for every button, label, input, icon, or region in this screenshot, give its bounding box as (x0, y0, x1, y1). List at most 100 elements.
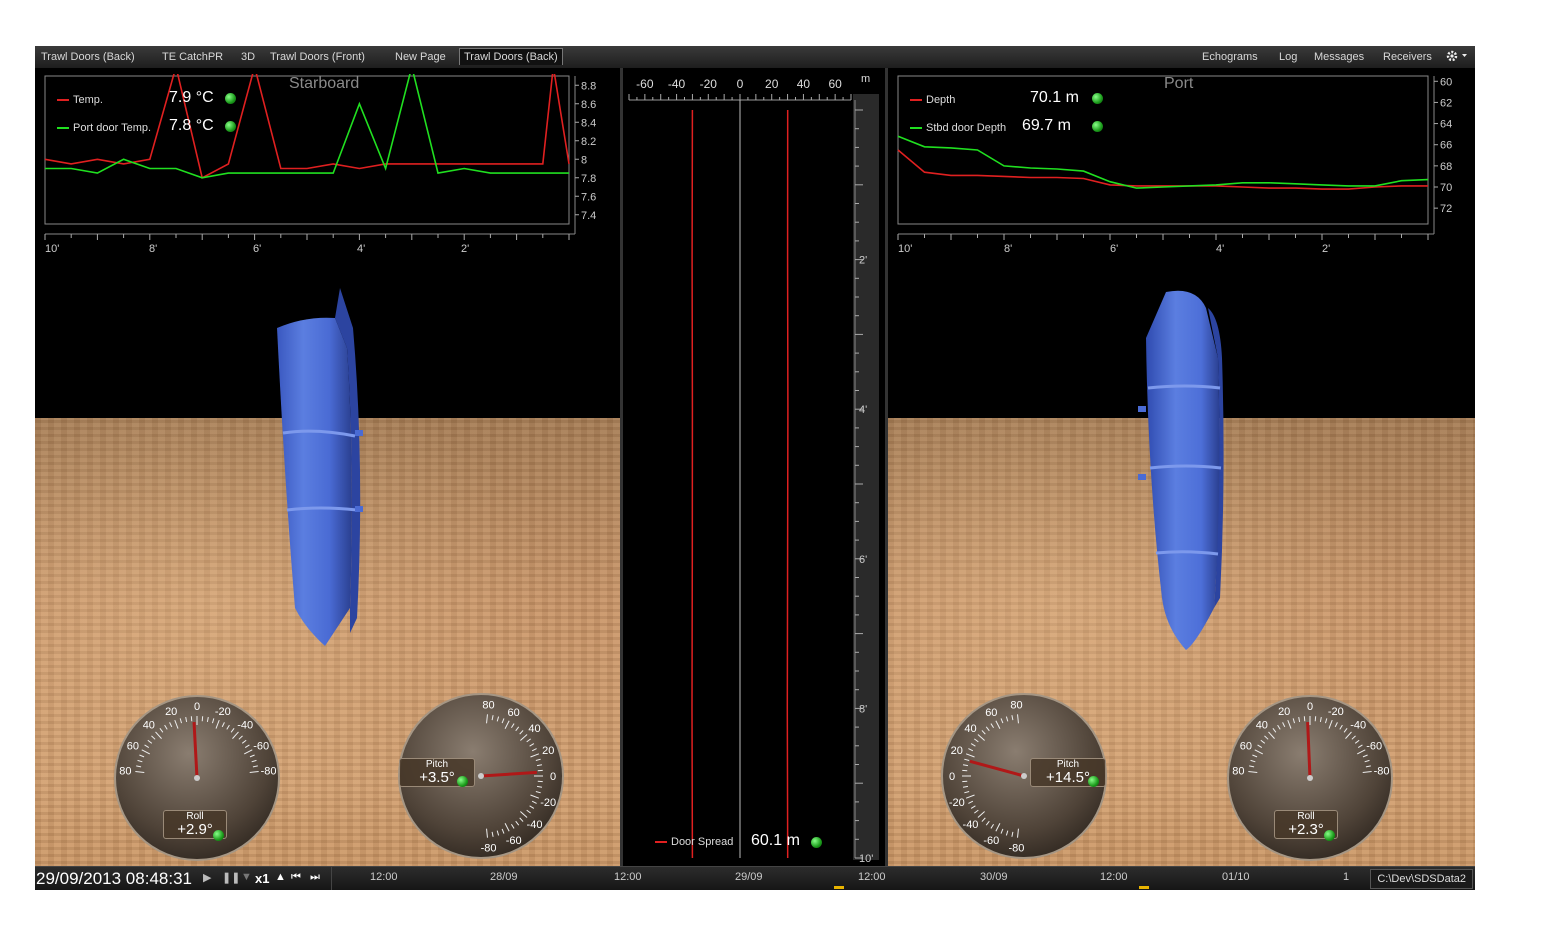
timeline-label: 12:00 (1100, 871, 1128, 883)
x-tick-label: -20 (700, 77, 718, 91)
gauge-scale-label: 40 (143, 719, 155, 731)
timeline[interactable]: 12:00 28/09 12:00 29/09 12:00 30/09 12:0… (331, 867, 1352, 890)
gauge-hub (194, 775, 200, 781)
speed-up-icon[interactable]: ▲ (275, 871, 286, 883)
gauge-scale-label: -20 (949, 797, 965, 809)
depth-value: 70.1 m (1030, 89, 1079, 106)
gauge-scale-label: 80 (482, 699, 494, 711)
port-view: 60 62 64 66 68 70 72 10' 8' 6' 4' 2' Port Depth 70.… (888, 68, 1475, 866)
starboard-title: Starboard (289, 75, 360, 92)
roll-status-led (213, 830, 224, 841)
timeline-label: 12:00 (614, 871, 642, 883)
x-tick-label: 8' (1004, 243, 1012, 255)
port-door-temp-status-led (225, 121, 236, 132)
tab-trawl-doors-back-1[interactable]: Trawl Doors (Back) (37, 49, 139, 65)
playback-speed[interactable]: x1 (255, 871, 269, 886)
starboard-temp-chart: 8.8 8.6 8.4 8.2 8 7.8 7.6 7.4 10' 8' 6' 4' 2' Starbo… (43, 74, 619, 264)
door-spread-value: 60.1 m (751, 832, 800, 849)
gauge-scale-label: 60 (985, 707, 997, 719)
gauge-scale-label: -80 (261, 765, 277, 777)
tab-new-page[interactable]: New Page (391, 49, 450, 65)
gauge-scale-label: 80 (1010, 699, 1022, 711)
tab-echograms[interactable]: Echograms (1202, 49, 1258, 65)
data-path: C:\Dev\SDSData2 (1370, 869, 1473, 889)
pause-icon[interactable]: ❚❚ (222, 871, 240, 884)
door-spread-line-right (786, 109, 789, 859)
gauge-scale-label: -60 (506, 835, 522, 847)
gauge-scale-label: -20 (1328, 706, 1344, 718)
starboard-chart-plot: 8.8 8.6 8.4 8.2 8 7.8 7.6 7.4 10' 8' 6' 4' 2' (44, 74, 596, 255)
gauge-scale-label: -80 (1009, 843, 1025, 855)
temp-value: 7.9 °C (169, 89, 214, 106)
pitch-status-led (457, 776, 468, 787)
x-tick-label: 6' (253, 243, 261, 255)
gauge-hub (1307, 775, 1313, 781)
speed-down-icon[interactable]: ▼ (241, 871, 252, 883)
starboard-door-model (277, 288, 363, 646)
legend-depth: Depth (910, 94, 955, 106)
legend-door-spread: Door Spread (655, 836, 733, 848)
app-window: Trawl Doors (Back) TE CatchPR 3D Trawl D… (35, 46, 1475, 890)
depth-status-led (1092, 93, 1103, 104)
x-tick-label: 2' (461, 243, 469, 255)
time-axis-background (853, 94, 879, 860)
tab-messages[interactable]: Messages (1314, 49, 1364, 65)
x-tick-label: 4' (357, 243, 365, 255)
roll-status-led (1324, 830, 1335, 841)
gauge-scale-label: -60 (1366, 740, 1382, 752)
x-tick-label: 10' (898, 243, 912, 255)
y-tick-label: 8 (581, 154, 587, 166)
tab-bar: Trawl Doors (Back) TE CatchPR 3D Trawl D… (35, 46, 1475, 69)
timeline-label: 1 (1343, 871, 1350, 883)
gauge-scale-label: 60 (127, 740, 139, 752)
starboard-view: 8.8 8.6 8.4 8.2 8 7.8 7.6 7.4 10' 8' 6' 4' 2' Starbo… (35, 68, 620, 866)
y-tick-label: 4' (859, 404, 867, 416)
timeline-label: 12:00 (858, 871, 886, 883)
door-spread-view: -60 -40 -20 0 20 40 60 m 2' 4' 6' 8' 10' Door Spread… (620, 68, 888, 866)
tab-receivers[interactable]: Receivers (1383, 49, 1432, 65)
y-tick-label: 8' (859, 703, 867, 715)
tab-trawl-doors-back-active[interactable]: Trawl Doors (Back) (459, 48, 563, 65)
gauge-scale-label: 0 (1307, 701, 1313, 713)
tab-log[interactable]: Log (1279, 49, 1297, 65)
tab-te-catchpr[interactable]: TE CatchPR (158, 49, 227, 65)
x-tick-label: 8' (149, 243, 157, 255)
x-tick-label: 4' (1216, 243, 1224, 255)
gauge-scale-label: -80 (481, 843, 497, 855)
timeline-label: 01/10 (1222, 871, 1250, 883)
x-tick-label: 2' (1322, 243, 1330, 255)
y-tick-label: 60 (1440, 76, 1452, 88)
y-tick-label: 8.6 (581, 99, 596, 111)
skip-end-icon[interactable]: ⏭ (310, 871, 320, 884)
x-tick-label: 60 (828, 77, 842, 91)
x-tick-label: 40 (797, 77, 811, 91)
gauge-scale-label: 20 (165, 706, 177, 718)
gauge-scale-label: 20 (951, 745, 963, 757)
skip-start-icon[interactable]: ⏮ (291, 871, 301, 884)
legend-stbd-door-depth: Stbd door Depth (910, 122, 1006, 134)
y-tick-label: 10' (859, 853, 873, 865)
gauge-hub (1021, 773, 1027, 779)
gauge-scale-label: -40 (963, 819, 979, 831)
door-spread-status-led (811, 837, 822, 848)
y-tick-label: 7.4 (581, 210, 596, 222)
gauge-scale-label: 0 (194, 701, 200, 713)
gauge-scale-label: 20 (1278, 706, 1290, 718)
tab-3d[interactable]: 3D (237, 49, 259, 65)
legend-port-door-temp: Port door Temp. (57, 122, 151, 134)
y-tick-label: 72 (1440, 203, 1452, 215)
gauge-scale-label: 0 (949, 771, 955, 783)
y-tick-label: 7.8 (581, 173, 596, 185)
port-chart-plot: 60 62 64 66 68 70 72 10' 8' 6' 4' 2' (897, 75, 1452, 255)
pitch-status-led (1088, 776, 1099, 787)
stbd-door-depth-status-led (1092, 121, 1103, 132)
play-icon[interactable]: ▶ (203, 871, 211, 884)
y-tick-label: 68 (1440, 161, 1452, 173)
timeline-label: 28/09 (490, 871, 518, 883)
gauge-scale-label: 40 (1256, 719, 1268, 731)
gear-icon[interactable] (1445, 49, 1469, 65)
playback-datetime: 29/09/2013 08:48:31 (36, 869, 192, 888)
gauge-scale-label: -80 (1374, 765, 1390, 777)
timeline-label: 29/09 (735, 871, 763, 883)
tab-trawl-doors-front[interactable]: Trawl Doors (Front) (266, 49, 369, 65)
